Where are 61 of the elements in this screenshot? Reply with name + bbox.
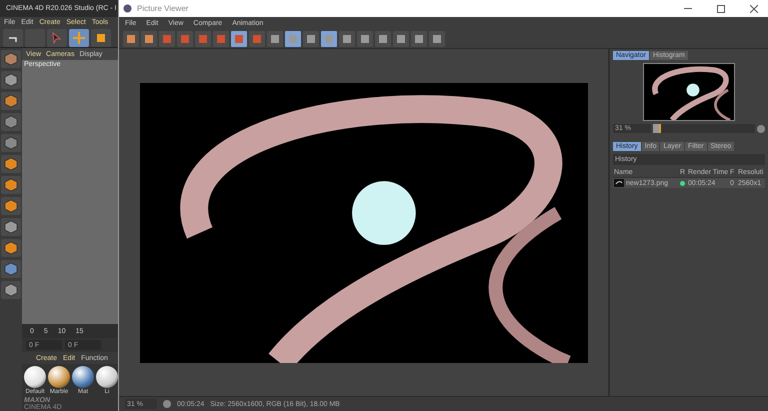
tool-button[interactable] xyxy=(1,134,21,152)
cube-icon xyxy=(4,73,18,87)
cube-icon xyxy=(4,199,18,213)
minimize-icon xyxy=(684,8,692,10)
toolbar-button[interactable] xyxy=(213,30,229,46)
cube-icon xyxy=(4,262,18,276)
material-ball[interactable] xyxy=(72,366,94,388)
zoom-slider[interactable] xyxy=(653,124,755,133)
tool-button[interactable] xyxy=(1,71,21,89)
cube-icon xyxy=(4,52,18,66)
app-logo-icon xyxy=(123,4,132,13)
material-ball[interactable] xyxy=(96,366,118,388)
material-ball[interactable] xyxy=(24,366,46,388)
toolbar-button[interactable] xyxy=(195,30,211,46)
toolbar-button[interactable] xyxy=(231,30,247,46)
tool-button[interactable] xyxy=(1,260,21,278)
toolbar-button[interactable] xyxy=(267,30,283,46)
cursor-icon xyxy=(52,32,62,44)
tool-button[interactable] xyxy=(1,50,21,68)
square-icon xyxy=(96,33,106,43)
toolbar-button[interactable] xyxy=(339,30,355,46)
scale-button[interactable] xyxy=(91,29,111,47)
toolbar-button[interactable] xyxy=(321,30,337,46)
toolbar-button[interactable] xyxy=(357,30,373,46)
cube-icon xyxy=(4,283,18,297)
toolbar-button[interactable] xyxy=(123,30,139,46)
cube-icon xyxy=(4,94,18,108)
tool-button[interactable] xyxy=(1,176,21,194)
toolbar-button[interactable] xyxy=(159,30,175,46)
move-arrows-icon xyxy=(73,32,85,44)
toolbar-button[interactable] xyxy=(375,30,391,46)
cube-icon xyxy=(4,220,18,234)
tool-button[interactable] xyxy=(1,281,21,299)
image-thumbnail-icon xyxy=(614,179,624,187)
tool-button[interactable] xyxy=(1,239,21,257)
tool-button[interactable] xyxy=(1,92,21,110)
tool-button[interactable] xyxy=(1,197,21,215)
select-button[interactable] xyxy=(47,29,67,47)
toolbar-button[interactable] xyxy=(411,30,427,46)
cube-icon xyxy=(4,178,18,192)
tool-button[interactable] xyxy=(1,155,21,173)
toolbar-button[interactable] xyxy=(393,30,409,46)
maximize-icon xyxy=(717,4,725,12)
toolbar-button[interactable] xyxy=(141,30,157,46)
toolbar-button[interactable] xyxy=(285,30,301,46)
toolbar-button[interactable] xyxy=(303,30,319,46)
undo-button[interactable] xyxy=(3,29,23,47)
close-icon xyxy=(750,4,758,12)
play-button[interactable] xyxy=(163,400,171,408)
play-button[interactable] xyxy=(757,124,765,132)
cube-icon xyxy=(4,241,18,255)
toolbar-button[interactable] xyxy=(429,30,445,46)
tool-button[interactable] xyxy=(1,113,21,131)
tool-button[interactable] xyxy=(1,218,21,236)
toolbar-button[interactable] xyxy=(177,30,193,46)
window-title: Picture Viewer xyxy=(137,4,190,13)
cube-icon xyxy=(4,157,18,171)
material-ball[interactable] xyxy=(48,366,70,388)
cube-icon xyxy=(4,115,18,129)
cube-icon xyxy=(4,136,18,150)
toolbar-button[interactable] xyxy=(249,30,265,46)
